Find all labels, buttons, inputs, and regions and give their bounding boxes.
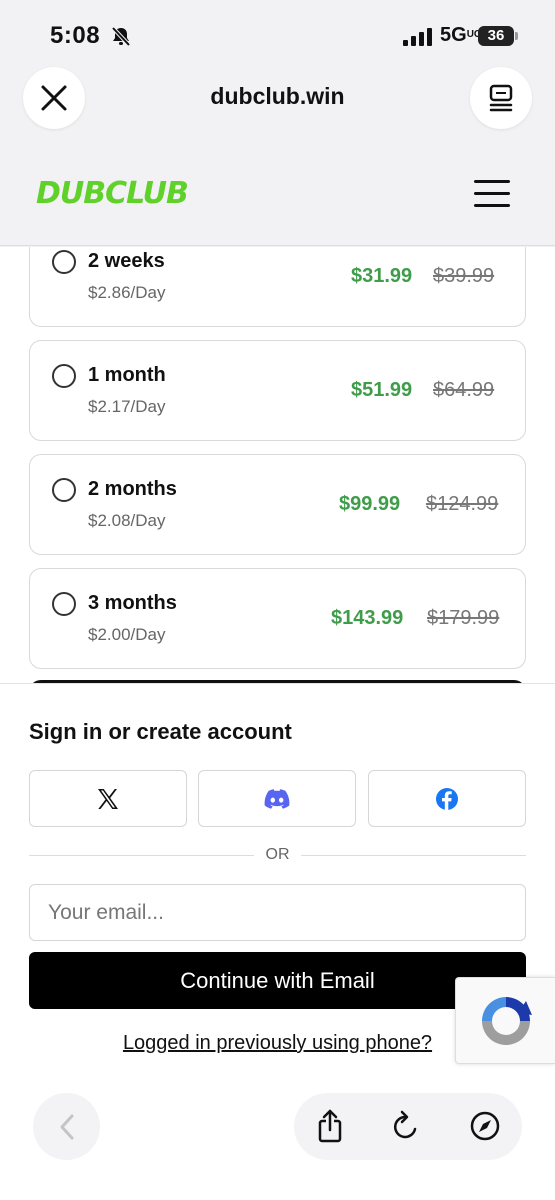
plan-old-price: $39.99 [433,265,495,287]
browser-header: dubclub.win [0,60,555,140]
plan-card-3-months[interactable]: 3 months $2.00/Day $143.99 $179.99 [29,568,526,669]
x-login-button[interactable] [29,770,187,827]
continue-with-email-button[interactable]: Continue with Email [29,952,526,1009]
plan-per-day: $2.17/Day [88,397,166,416]
divider-line [301,855,526,856]
radio-button[interactable] [52,364,76,388]
signal-icon [403,28,432,46]
plan-price: $31.99 [351,265,413,287]
plan-name: 2 weeks [88,250,165,272]
plan-per-day: $2.08/Day [88,511,166,530]
recaptcha-badge[interactable] [455,977,555,1064]
dubclub-logo[interactable]: DUBCLUB [36,176,189,211]
battery-indicator: 36 [478,26,518,46]
plan-card-2-months[interactable]: 2 months $2.08/Day $99.99 $124.99 [29,454,526,555]
discord-icon [264,788,290,809]
plan-old-price: $124.99 [426,493,499,515]
plan-price: $51.99 [351,379,413,401]
radio-button[interactable] [52,250,76,274]
plan-name: 2 months [88,478,177,500]
plan-card-1-month[interactable]: 1 month $2.17/Day $51.99 $64.99 [29,340,526,441]
plan-per-day: $2.86/Day [88,283,166,302]
site-header: DUBCLUB [0,140,555,246]
plan-name: 1 month [88,364,166,386]
x-icon [98,788,118,809]
facebook-login-button[interactable] [368,770,526,827]
menu-icon-line [474,180,510,183]
menu-icon-line [474,204,510,207]
menu-button[interactable] [474,180,510,210]
browser-bottom-toolbar [0,1073,555,1200]
browser-actions [294,1093,522,1160]
status-time: 5:08 [50,22,101,49]
plan-old-price: $179.99 [427,607,500,629]
back-button[interactable] [33,1093,100,1160]
menu-icon-line [474,192,510,195]
share-icon[interactable] [313,1109,347,1143]
radio-button[interactable] [52,478,76,502]
compass-icon[interactable] [468,1109,502,1143]
radio-button[interactable] [52,592,76,616]
recaptcha-icon [481,996,532,1045]
plan-old-price: $64.99 [433,379,495,401]
plan-price: $143.99 [331,607,404,629]
plan-name: 3 months [88,592,177,614]
discord-login-button[interactable] [198,770,356,827]
reader-icon [489,84,513,112]
plan-card-2-weeks[interactable]: 2 weeks $2.86/Day $31.99 $39.99 [29,247,526,327]
network-label: 5GUC [440,24,482,46]
plans-list: 2 weeks $2.86/Day $31.99 $39.99 1 month … [0,247,555,683]
chevron-left-icon [60,1114,73,1139]
bell-muted-icon [111,26,131,46]
facebook-icon [436,787,458,810]
reload-icon[interactable] [389,1109,423,1143]
reader-button[interactable] [470,67,532,129]
plan-per-day: $2.00/Day [88,625,166,644]
plan-price: $99.99 [339,493,401,515]
email-input[interactable] [29,884,526,941]
signin-title: Sign in or create account [29,719,292,744]
status-bar: 5:08 5GUC 36 [0,0,555,60]
